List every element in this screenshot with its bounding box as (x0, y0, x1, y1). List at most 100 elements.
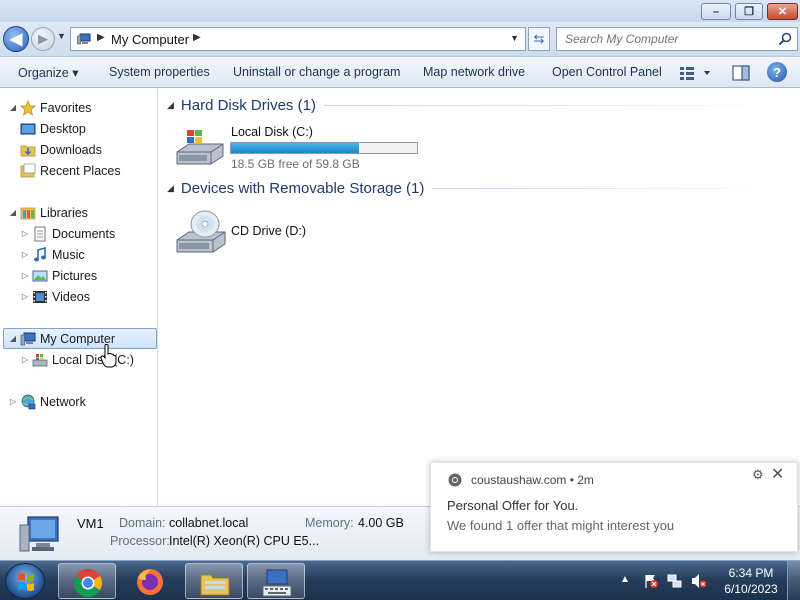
hard-disk-drives-title: Hard Disk Drives (1) (180, 97, 316, 114)
address-dropdown-icon[interactable]: ▼ (510, 33, 519, 43)
expand-arrow-icon[interactable]: ▷ (20, 292, 30, 301)
local-disk-free-space: 18.5 GB free of 59.8 GB (231, 157, 360, 171)
hard-disk-drives-group[interactable]: ◢ Hard Disk Drives (1) (167, 97, 792, 114)
breadcrumb-separator-icon[interactable]: ▶ (193, 32, 201, 43)
chrome-icon (448, 473, 462, 487)
minimize-button[interactable]: – (701, 3, 731, 20)
breadcrumb-my-computer[interactable]: My Computer (111, 32, 189, 47)
nav-music[interactable]: ▷ Music (20, 244, 85, 265)
chrome-icon (74, 569, 102, 597)
expand-arrow-icon[interactable]: ▷ (20, 250, 30, 259)
nav-pictures-label: Pictures (52, 268, 98, 283)
notification-settings-icon[interactable]: ⚙ (752, 467, 764, 483)
cd-drive-item[interactable]: CD Drive (D:) (175, 206, 375, 256)
collapse-arrow-icon[interactable]: ◢ (8, 334, 18, 343)
computer-icon (19, 516, 59, 552)
local-disk-name: Local Disk (C:) (231, 125, 313, 139)
notification-close-icon[interactable]: ✕ (771, 464, 784, 484)
nav-my-computer[interactable]: ◢ My Computer (3, 328, 157, 349)
folder-icon (200, 574, 230, 596)
help-button[interactable]: ? (767, 62, 787, 82)
back-arrow-icon: ◀ (9, 31, 23, 48)
organize-button[interactable]: Organize ▾ (18, 65, 78, 80)
change-view-button[interactable] (679, 63, 715, 83)
disk-usage-bar (230, 142, 418, 154)
network-tray-icon[interactable] (667, 573, 683, 589)
show-desktop-button[interactable] (787, 561, 800, 600)
minimize-icon: – (712, 5, 720, 18)
hand-cursor-icon (100, 344, 117, 368)
recent-pages-dropdown[interactable]: ▼ (57, 31, 66, 41)
notification-source: coustaushaw.com • 2m (471, 473, 594, 487)
removable-storage-group[interactable]: ◢ Devices with Removable Storage (1) (167, 180, 792, 197)
nav-documents[interactable]: ▷ Documents (20, 223, 115, 244)
search-box[interactable] (556, 27, 798, 51)
action-center-icon[interactable] (643, 573, 659, 589)
nav-downloads[interactable]: Downloads (20, 139, 102, 160)
nav-favorites[interactable]: ◢ Favorites (8, 97, 91, 118)
nav-local-disk-label: Local Disk (C:) (52, 352, 134, 367)
libraries-icon (20, 207, 36, 219)
show-hidden-icons-button[interactable]: ▲ (620, 574, 630, 585)
windows-logo-icon (18, 573, 34, 591)
nav-recent-places[interactable]: Recent Places (20, 160, 121, 181)
browser-notification[interactable]: coustaushaw.com • 2m ⚙ ✕ Personal Offer … (430, 462, 798, 552)
nav-libraries-label: Libraries (40, 205, 88, 220)
views-icon (680, 67, 710, 80)
cd-drive-icon (176, 210, 226, 253)
expand-arrow-icon[interactable]: ▷ (20, 229, 30, 238)
group-divider (432, 188, 792, 189)
nav-desktop[interactable]: Desktop (20, 118, 86, 139)
collapse-arrow-icon[interactable]: ◢ (167, 183, 174, 194)
notification-title: Personal Offer for You. (447, 498, 579, 513)
taskbar-firefox[interactable] (121, 563, 179, 599)
taskbar-explorer[interactable] (185, 563, 243, 599)
search-icon[interactable] (778, 32, 792, 46)
nav-libraries[interactable]: ◢ Libraries (8, 202, 88, 223)
breadcrumb-separator-icon[interactable]: ▶ (97, 32, 105, 43)
expand-arrow-icon[interactable]: ▷ (8, 397, 18, 406)
nav-documents-label: Documents (52, 226, 116, 241)
maximize-icon: ❐ (744, 6, 754, 18)
collapse-arrow-icon[interactable]: ◢ (8, 208, 18, 217)
content-pane: ◢ Hard Disk Drives (1) Local Disk (C:) 1… (159, 88, 800, 506)
desktop-icon (20, 123, 36, 134)
volume-muted-icon[interactable] (691, 573, 707, 589)
clock-date[interactable]: 6/10/2023 (720, 582, 782, 596)
start-button[interactable] (5, 563, 45, 599)
local-disk-item[interactable]: Local Disk (C:) 18.5 GB free of 59.8 GB (175, 122, 425, 171)
collapse-arrow-icon[interactable]: ◢ (8, 103, 18, 112)
preview-pane-icon (732, 65, 750, 81)
group-divider (323, 105, 792, 106)
search-input[interactable] (565, 32, 765, 46)
star-icon (20, 99, 36, 116)
help-icon: ? (773, 64, 781, 80)
address-bar[interactable]: ▶ My Computer ▶ ▼ (70, 27, 526, 51)
forward-button[interactable]: ▶ (31, 27, 55, 51)
taskbar-chrome[interactable] (58, 563, 116, 599)
map-network-drive-button[interactable]: Map network drive (423, 65, 525, 79)
collapse-arrow-icon[interactable]: ◢ (167, 100, 174, 111)
expand-arrow-icon[interactable]: ▷ (20, 355, 30, 364)
computer-icon (20, 332, 36, 345)
computer-icon (77, 33, 91, 45)
close-button[interactable]: ✕ (767, 3, 798, 20)
refresh-button[interactable]: ⇆ (528, 27, 550, 51)
back-button[interactable]: ◀ (3, 26, 29, 52)
hard-disk-icon (176, 130, 224, 165)
window-title-bar: – ❐ ✕ (0, 0, 800, 22)
nav-network[interactable]: ▷ Network (8, 391, 86, 412)
nav-videos-label: Videos (52, 289, 90, 304)
system-properties-button[interactable]: System properties (109, 65, 210, 79)
uninstall-program-button[interactable]: Uninstall or change a program (233, 65, 400, 79)
preview-pane-button[interactable] (731, 63, 751, 83)
maximize-button[interactable]: ❐ (735, 3, 763, 20)
downloads-folder-icon (20, 145, 36, 156)
taskbar-onscreen-keyboard[interactable] (247, 563, 305, 599)
nav-videos[interactable]: ▷ Videos (20, 286, 90, 307)
nav-recent-places-label: Recent Places (40, 163, 121, 178)
open-control-panel-button[interactable]: Open Control Panel (552, 65, 662, 79)
expand-arrow-icon[interactable]: ▷ (20, 271, 30, 280)
nav-pictures[interactable]: ▷ Pictures (20, 265, 97, 286)
clock-time[interactable]: 6:34 PM (726, 566, 776, 580)
